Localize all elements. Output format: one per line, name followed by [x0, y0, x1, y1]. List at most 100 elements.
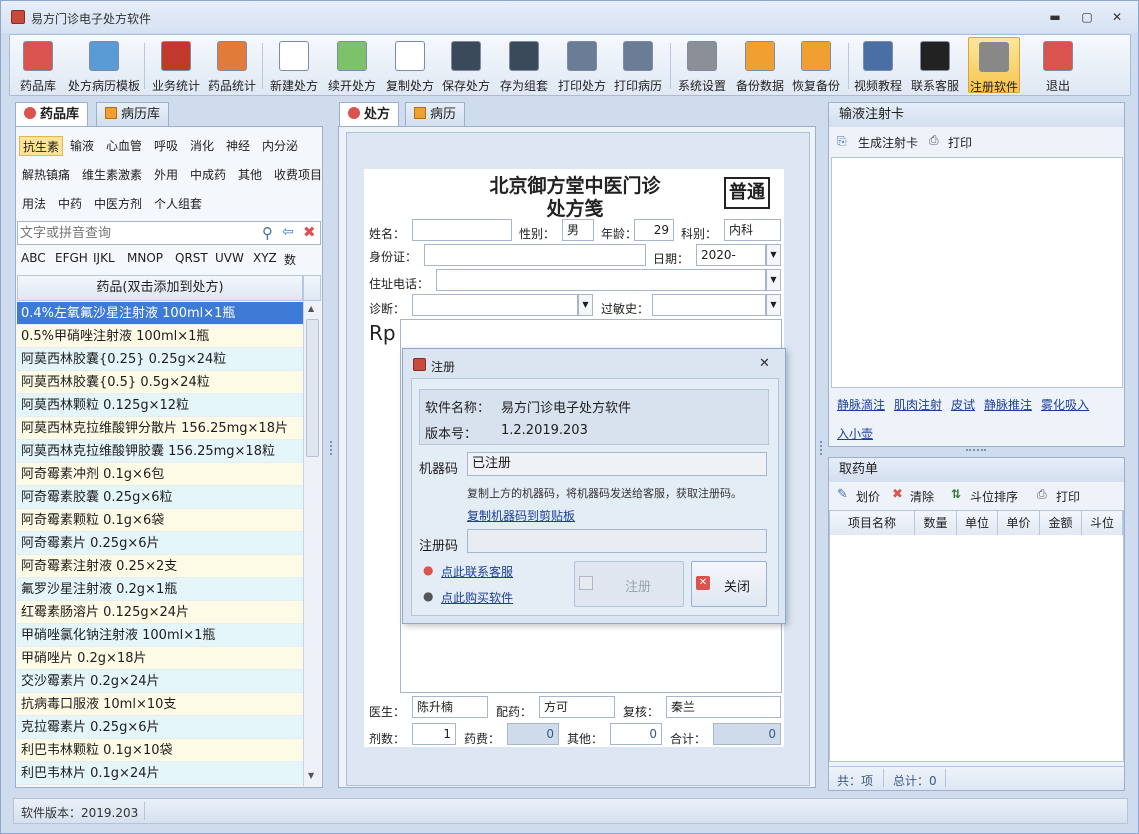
sex-field[interactable]: 男	[562, 219, 594, 241]
route-link-2[interactable]: 皮试	[951, 396, 975, 413]
toolbar-button-13[interactable]: 恢复备份	[790, 37, 842, 93]
back-arrow-icon[interactable]: ⇦	[282, 224, 300, 242]
diagnosis-dropdown-icon[interactable]: ▼	[578, 294, 593, 316]
list-item[interactable]: 抗病毒口服液 10ml×10支	[17, 693, 303, 716]
infusion-card-area[interactable]	[831, 157, 1123, 388]
toolbar-button-9[interactable]: 打印处方	[556, 37, 608, 93]
list-item[interactable]: 红霉素肠溶片 0.125g×24片	[17, 601, 303, 624]
close-dialog-button[interactable]: ✕ 关闭	[691, 561, 767, 607]
dialog-close-icon[interactable]: ✕	[759, 356, 770, 371]
toolbar-button-12[interactable]: 备份数据	[734, 37, 786, 93]
route-link-4[interactable]: 雾化吸入	[1041, 396, 1089, 413]
column-header-5[interactable]: 斗位	[1082, 511, 1123, 535]
price-button[interactable]: 划价	[856, 488, 880, 505]
list-item[interactable]: 阿莫西林克拉维酸钾胶囊 156.25mg×18粒	[17, 440, 303, 463]
allergy-field[interactable]	[652, 294, 766, 316]
toolbar-button-3[interactable]: 药品统计	[206, 37, 258, 93]
column-header-3[interactable]: 单价	[998, 511, 1040, 535]
scroll-down-icon[interactable]: ▼	[308, 771, 314, 780]
close-window-button[interactable]: ✕	[1108, 9, 1126, 25]
machine-code-field[interactable]: 已注册	[467, 452, 767, 476]
scroll-up-icon[interactable]: ▲	[308, 304, 314, 313]
diagnosis-field[interactable]	[412, 294, 578, 316]
doctor-field[interactable]: 陈升楠	[412, 696, 488, 718]
reviewer-field[interactable]: 秦兰	[666, 696, 781, 718]
address-phone-field[interactable]	[436, 269, 766, 291]
register-button[interactable]: 注册	[574, 561, 684, 607]
category-2-2[interactable]: 中医方剂	[91, 194, 145, 214]
list-item[interactable]: 交沙霉素片 0.2g×24片	[17, 670, 303, 693]
pick-print-button[interactable]: 打印	[1056, 488, 1080, 505]
clear-icon[interactable]: ✖	[303, 223, 321, 241]
other-fee-field[interactable]: 0	[610, 723, 662, 745]
date-dropdown-icon[interactable]: ▼	[766, 244, 781, 266]
doses-field[interactable]: 1	[412, 723, 456, 745]
scroll-thumb[interactable]	[306, 319, 319, 457]
copy-machine-code-link[interactable]: 复制机器码到剪贴板	[467, 507, 575, 524]
category-1-3[interactable]: 中成药	[187, 165, 229, 185]
alpha-filter-0[interactable]: ABC	[21, 251, 46, 265]
list-item[interactable]: 阿莫西林颗粒 0.125g×12粒	[17, 394, 303, 417]
buy-software-link[interactable]: 点此购买软件	[441, 589, 513, 606]
category-0-4[interactable]: 消化	[187, 136, 217, 156]
age-field[interactable]: 29	[634, 219, 674, 241]
dept-field[interactable]: 内科	[724, 219, 781, 241]
toolbar-button-1[interactable]: 处方病历模板	[62, 37, 146, 93]
search-icon[interactable]: ⚲	[262, 224, 280, 242]
toolbar-button-2[interactable]: 业务统计	[150, 37, 202, 93]
alpha-filter-5[interactable]: UVW	[215, 251, 244, 265]
list-item[interactable]: 阿奇霉素胶囊 0.25g×6粒	[17, 486, 303, 509]
alpha-filter-6[interactable]: XYZ	[253, 251, 277, 265]
category-1-0[interactable]: 解热镇痛	[19, 165, 73, 185]
list-item[interactable]: 阿奇霉素片 0.25g×6片	[17, 532, 303, 555]
list-item[interactable]: 克拉霉素片 0.25g×6片	[17, 716, 303, 739]
category-0-5[interactable]: 神经	[223, 136, 253, 156]
toolbar-button-16[interactable]: 注册软件	[968, 37, 1020, 94]
tab-medical-record[interactable]: 病历	[405, 102, 466, 126]
clear-list-button[interactable]: 清除	[910, 488, 934, 505]
category-1-2[interactable]: 外用	[151, 165, 181, 185]
tab-drug-library[interactable]: 药品库	[15, 102, 89, 126]
toolbar-button-0[interactable]: 药品库	[16, 37, 60, 93]
sort-slot-button[interactable]: 斗位排序	[970, 488, 1018, 505]
route-link-3[interactable]: 静脉推注	[984, 396, 1032, 413]
toolbar-button-6[interactable]: 复制处方	[384, 37, 436, 93]
route-link-0[interactable]: 静脉滴注	[837, 396, 885, 413]
drug-list-scrollbar[interactable]: ▲ ▼	[303, 301, 321, 786]
list-item[interactable]: 阿莫西林胶囊{0.25} 0.25g×24粒	[17, 348, 303, 371]
date-field[interactable]: 2020-10-...	[696, 244, 766, 282]
list-item[interactable]: 甲硝唑氯化钠注射液 100ml×1瓶	[17, 624, 303, 647]
list-item[interactable]: 阿奇霉素注射液 0.25×2支	[17, 555, 303, 578]
tab-prescription[interactable]: 处方	[339, 102, 400, 126]
category-0-6[interactable]: 内分泌	[259, 136, 301, 156]
tab-record-library[interactable]: 病历库	[96, 102, 170, 126]
toolbar-button-10[interactable]: 打印病历	[612, 37, 664, 93]
route-link-1[interactable]: 肌肉注射	[894, 396, 942, 413]
reg-code-field[interactable]	[467, 529, 767, 553]
list-item[interactable]: 利巴韦林片 0.1g×24片	[17, 762, 303, 785]
column-header-4[interactable]: 金额	[1040, 511, 1082, 535]
alpha-filter-3[interactable]: MNOP	[127, 251, 163, 265]
search-input[interactable]	[20, 223, 256, 243]
toolbar-button-11[interactable]: 系统设置	[674, 37, 730, 93]
list-item[interactable]: 甲硝唑片 0.2g×18片	[17, 647, 303, 670]
alpha-filter-2[interactable]: IJKL	[93, 251, 115, 265]
list-item[interactable]: 0.4%左氧氟沙星注射液 100ml×1瓶	[17, 302, 303, 325]
toolbar-button-7[interactable]: 保存处方	[440, 37, 492, 93]
patient-name-field[interactable]	[412, 219, 512, 241]
dispenser-field[interactable]: 方可	[539, 696, 615, 718]
alpha-filter-1[interactable]: EFGH	[55, 251, 88, 265]
allergy-dropdown-icon[interactable]: ▼	[766, 294, 781, 316]
category-0-0[interactable]: 抗生素	[19, 136, 64, 156]
list-item[interactable]: 阿莫西林胶囊{0.5} 0.5g×24粒	[17, 371, 303, 394]
category-2-0[interactable]: 用法	[19, 194, 49, 214]
generate-card-button[interactable]: 生成注射卡	[858, 134, 918, 151]
left-splitter[interactable]	[330, 441, 334, 455]
category-1-4[interactable]: 其他	[235, 165, 265, 185]
right-h-splitter[interactable]	[966, 449, 986, 453]
id-card-field[interactable]	[424, 244, 646, 266]
list-item[interactable]: 0.5%甲硝唑注射液 100ml×1瓶	[17, 325, 303, 348]
maximize-button[interactable]: ▢	[1078, 9, 1096, 25]
list-item[interactable]: 氟罗沙星注射液 0.2g×1瓶	[17, 578, 303, 601]
contact-support-link[interactable]: 点此联系客服	[441, 563, 513, 580]
